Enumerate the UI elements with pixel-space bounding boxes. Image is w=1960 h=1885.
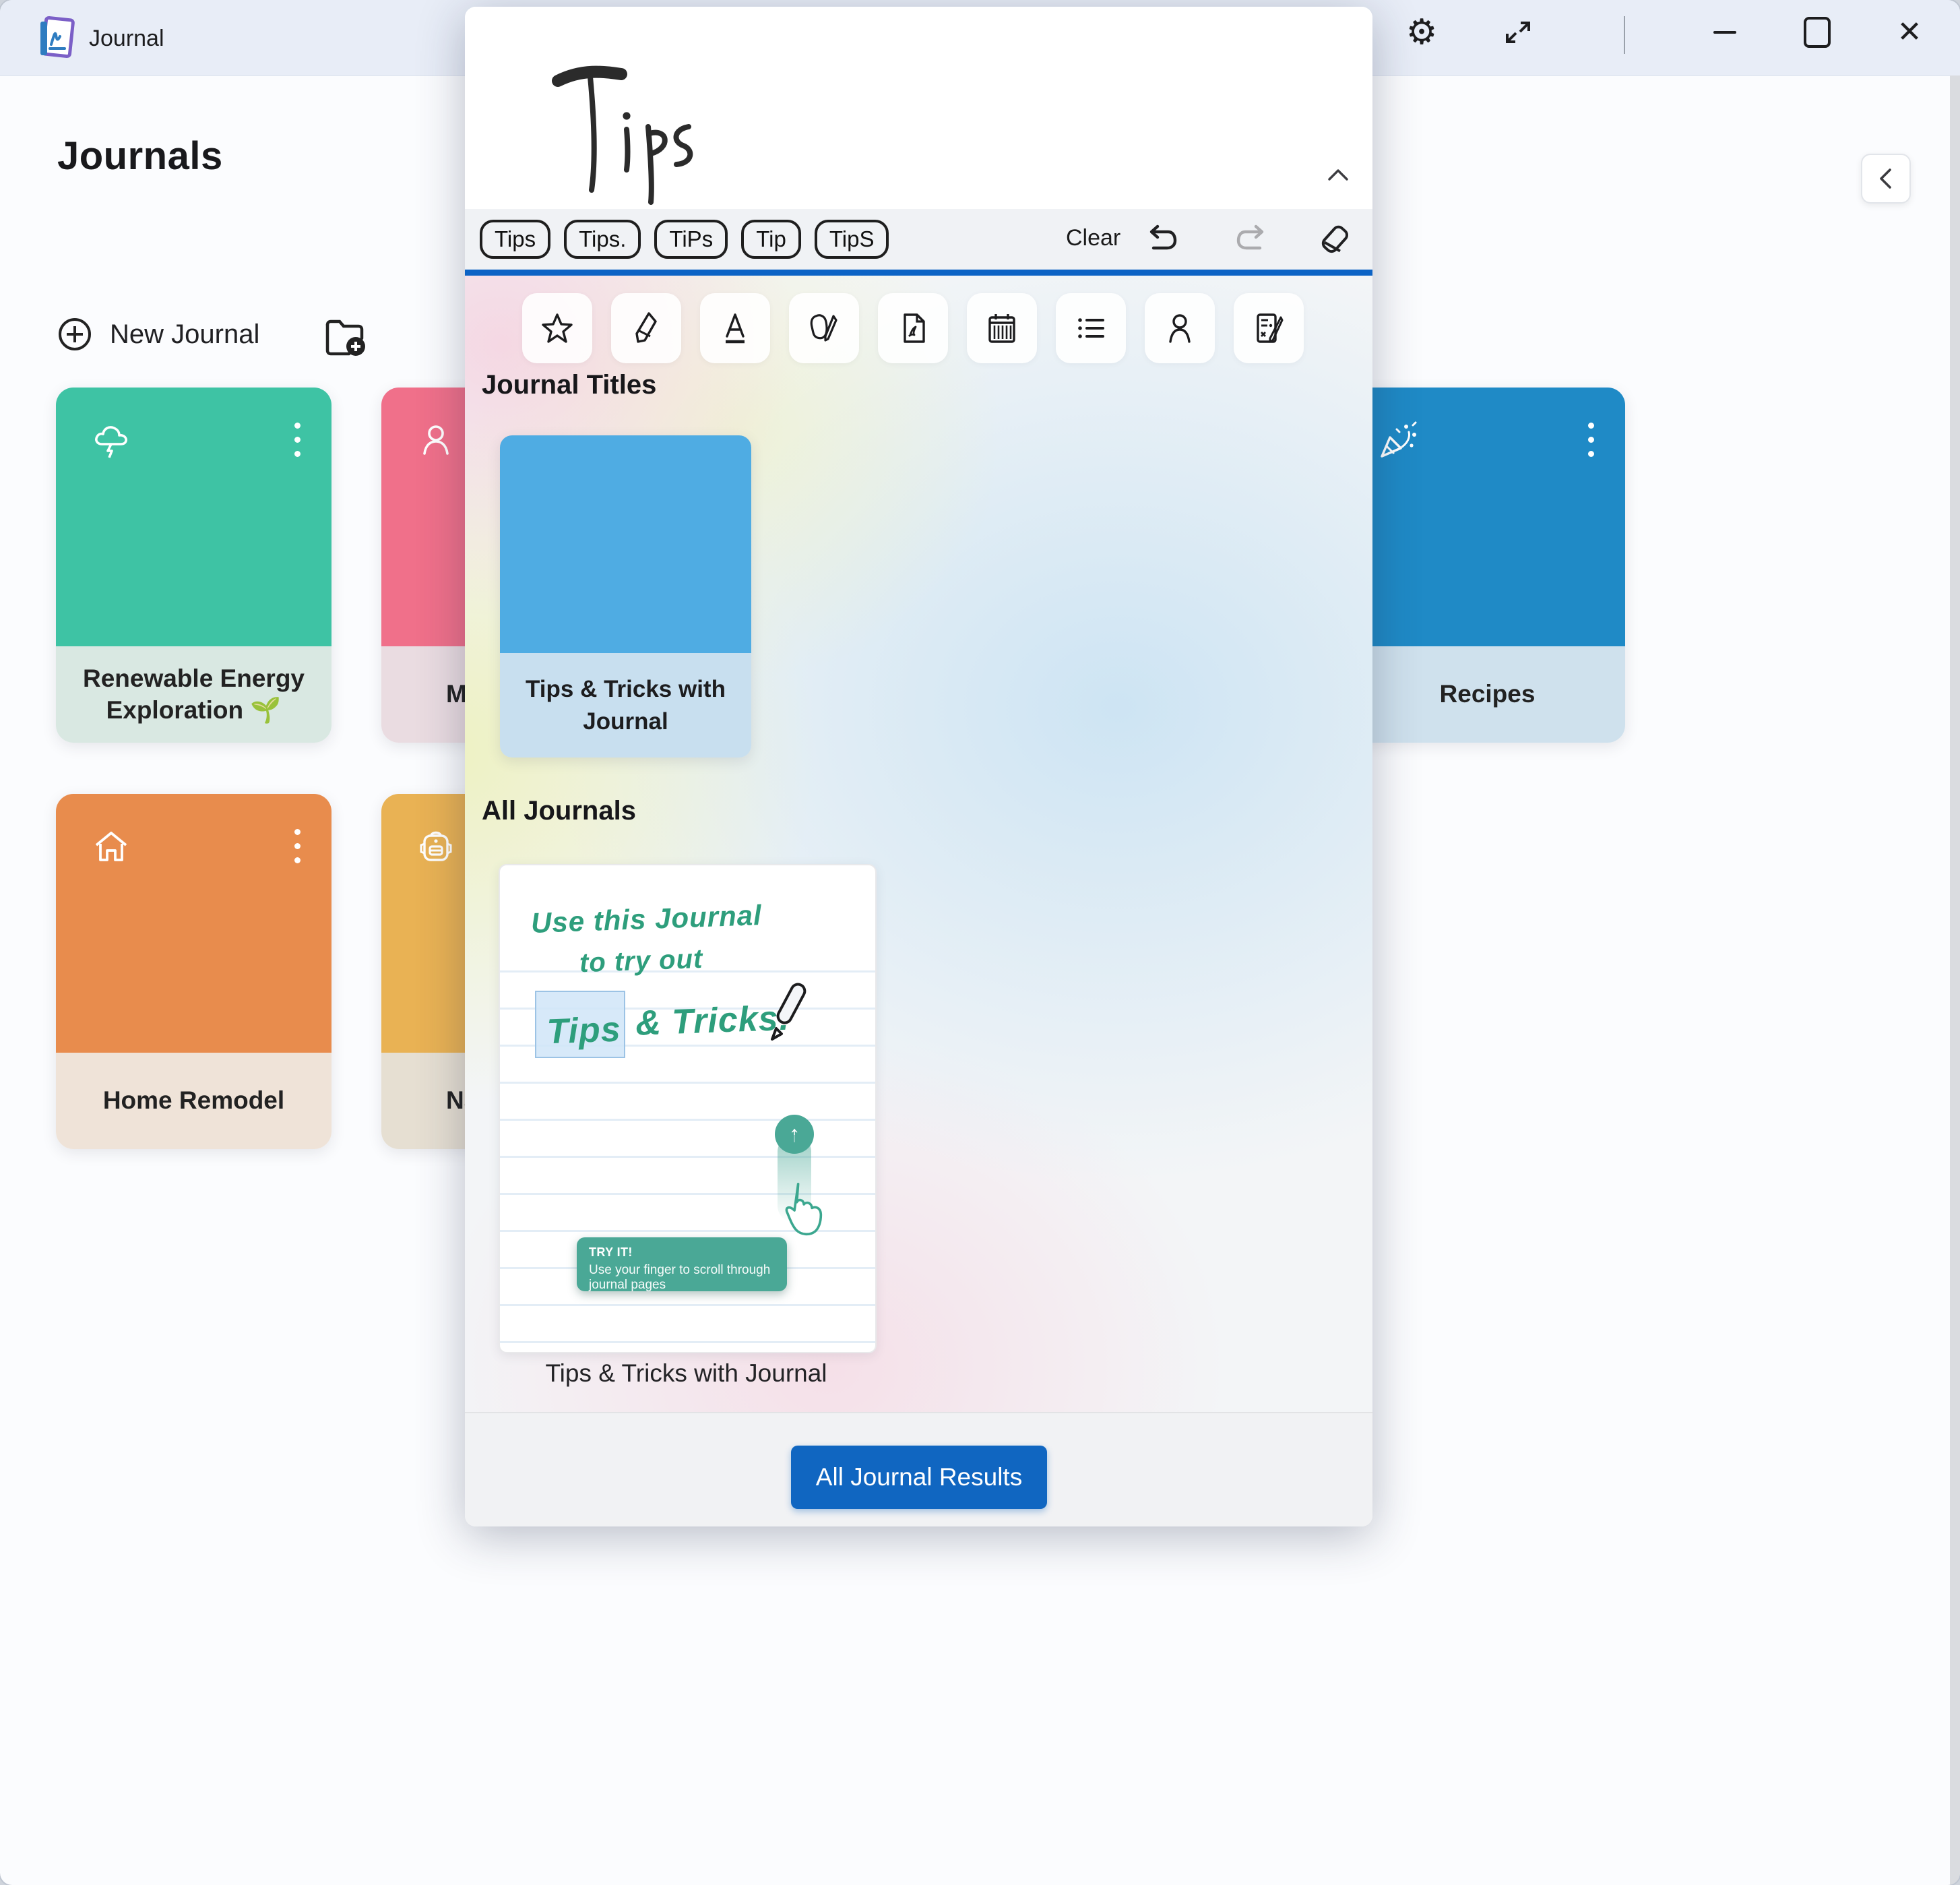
minimize-icon [1713,31,1736,34]
folder-plus-icon [322,315,369,357]
window-right-edge [1950,75,1960,1885]
hand-pointer-icon [783,1182,834,1249]
all-journals-heading: All Journals [482,796,636,826]
journal-card-renewable-energy[interactable]: Renewable Energy Exploration 🌱 [56,388,331,743]
filter-sticky-note-pen-icon[interactable] [789,293,859,363]
suggestion-row: Tips Tips. TiPs Tip TipS Clear [465,209,1372,270]
new-journal-label: New Journal [110,319,259,350]
accent-underline [465,270,1372,276]
card-menu-button[interactable] [294,829,301,863]
suggestion-pill[interactable]: TiPs [654,220,728,259]
ink-search-panel: Tips Tips. TiPs Tip TipS Clear [465,7,1372,1526]
filter-star-icon[interactable] [522,293,592,363]
minimize-button[interactable] [1701,8,1749,57]
card-menu-button[interactable] [1588,423,1594,457]
try-it-tooltip: TRY IT! Use your finger to scroll throug… [577,1237,787,1291]
filter-highlighter-icon[interactable] [611,293,681,363]
filter-row [522,293,1304,363]
handwritten-query-ink [544,59,706,208]
pen-illustration-icon [761,979,822,1046]
journal-titles-heading: Journal Titles [482,370,656,400]
maximize-icon [1804,17,1831,48]
filter-text-icon[interactable] [700,293,770,363]
handwriting-canvas[interactable] [465,7,1372,209]
filter-person-icon[interactable] [1145,293,1215,363]
close-button[interactable]: ✕ [1885,8,1934,57]
all-journal-results-button[interactable]: All Journal Results [791,1446,1047,1509]
home-icon [91,826,131,867]
undo-button[interactable] [1139,216,1186,263]
tooltip-text: Use your finger to scroll through journa… [589,1263,775,1293]
new-folder-button[interactable] [322,315,369,357]
filter-pdf-icon[interactable] [878,293,948,363]
maximize-button[interactable] [1793,8,1841,57]
person-icon [416,420,455,459]
tooltip-title: TRY IT! [589,1245,775,1260]
page-title: Journals [57,133,223,179]
filter-worksheet-icon[interactable] [1234,293,1304,363]
card-title: Recipes [1350,646,1625,743]
highlighted-word: Tips [546,1010,622,1053]
journal-card-home-remodel[interactable]: Home Remodel [56,794,331,1149]
panel-footer: All Journal Results [465,1412,1372,1526]
card-title: Home Remodel [56,1053,331,1149]
undo-icon [1145,224,1179,255]
settings-button[interactable]: ⚙ [1397,8,1446,57]
clear-button[interactable]: Clear [1066,225,1120,251]
page-ink-line1: Use this Journal [530,899,762,939]
plus-circle-icon [57,317,92,352]
suggestion-pill[interactable]: TipS [815,220,889,259]
app-logo-icon [35,15,78,61]
backpack-icon [416,826,455,865]
new-journal-button[interactable]: New Journal [57,317,259,352]
party-popper-icon [1377,420,1421,464]
gear-icon: ⚙ [1406,15,1438,50]
card-title: Renewable Energy Exploration 🌱 [56,646,331,743]
search-results-area: Journal Titles Tips & Tricks with Journa… [465,276,1372,1412]
collapse-panel-button[interactable] [1861,154,1911,204]
close-icon: ✕ [1897,18,1922,47]
result-card-cover [500,435,751,653]
suggestion-pill[interactable]: Tip [741,220,801,259]
expand-icon [1503,18,1533,47]
result-card-title: Tips & Tricks with Journal [500,653,751,758]
collapse-handwriting-button[interactable] [1322,160,1354,189]
redo-icon [1234,224,1268,255]
journal-app-window: Journal ⚙ ✕ Journals [0,0,1960,1885]
journal-page-thumbnail[interactable]: Use this Journal to try out Tips & Trick… [499,864,877,1353]
titlebar-divider [1624,16,1625,54]
cloud-lightning-icon [91,420,133,462]
filter-list-icon[interactable] [1056,293,1126,363]
card-menu-button[interactable] [294,423,301,457]
app-title: Journal [89,26,164,52]
expand-window-button[interactable] [1494,8,1542,57]
journal-card-recipes[interactable]: Recipes [1350,388,1625,743]
filter-calendar-icon[interactable] [967,293,1037,363]
suggestion-pill[interactable]: Tips [480,220,550,259]
suggestion-pill[interactable]: Tips. [564,220,641,259]
page-ink-line2: to try out [579,944,703,979]
eraser-button[interactable] [1310,216,1358,263]
thumbnail-caption: Tips & Tricks with Journal [499,1359,874,1388]
journal-title-result-card[interactable]: Tips & Tricks with Journal [500,435,751,758]
redo-button[interactable] [1228,216,1275,263]
eraser-icon [1317,222,1352,257]
chevron-left-icon [1876,167,1896,190]
chevron-up-icon [1327,167,1350,182]
